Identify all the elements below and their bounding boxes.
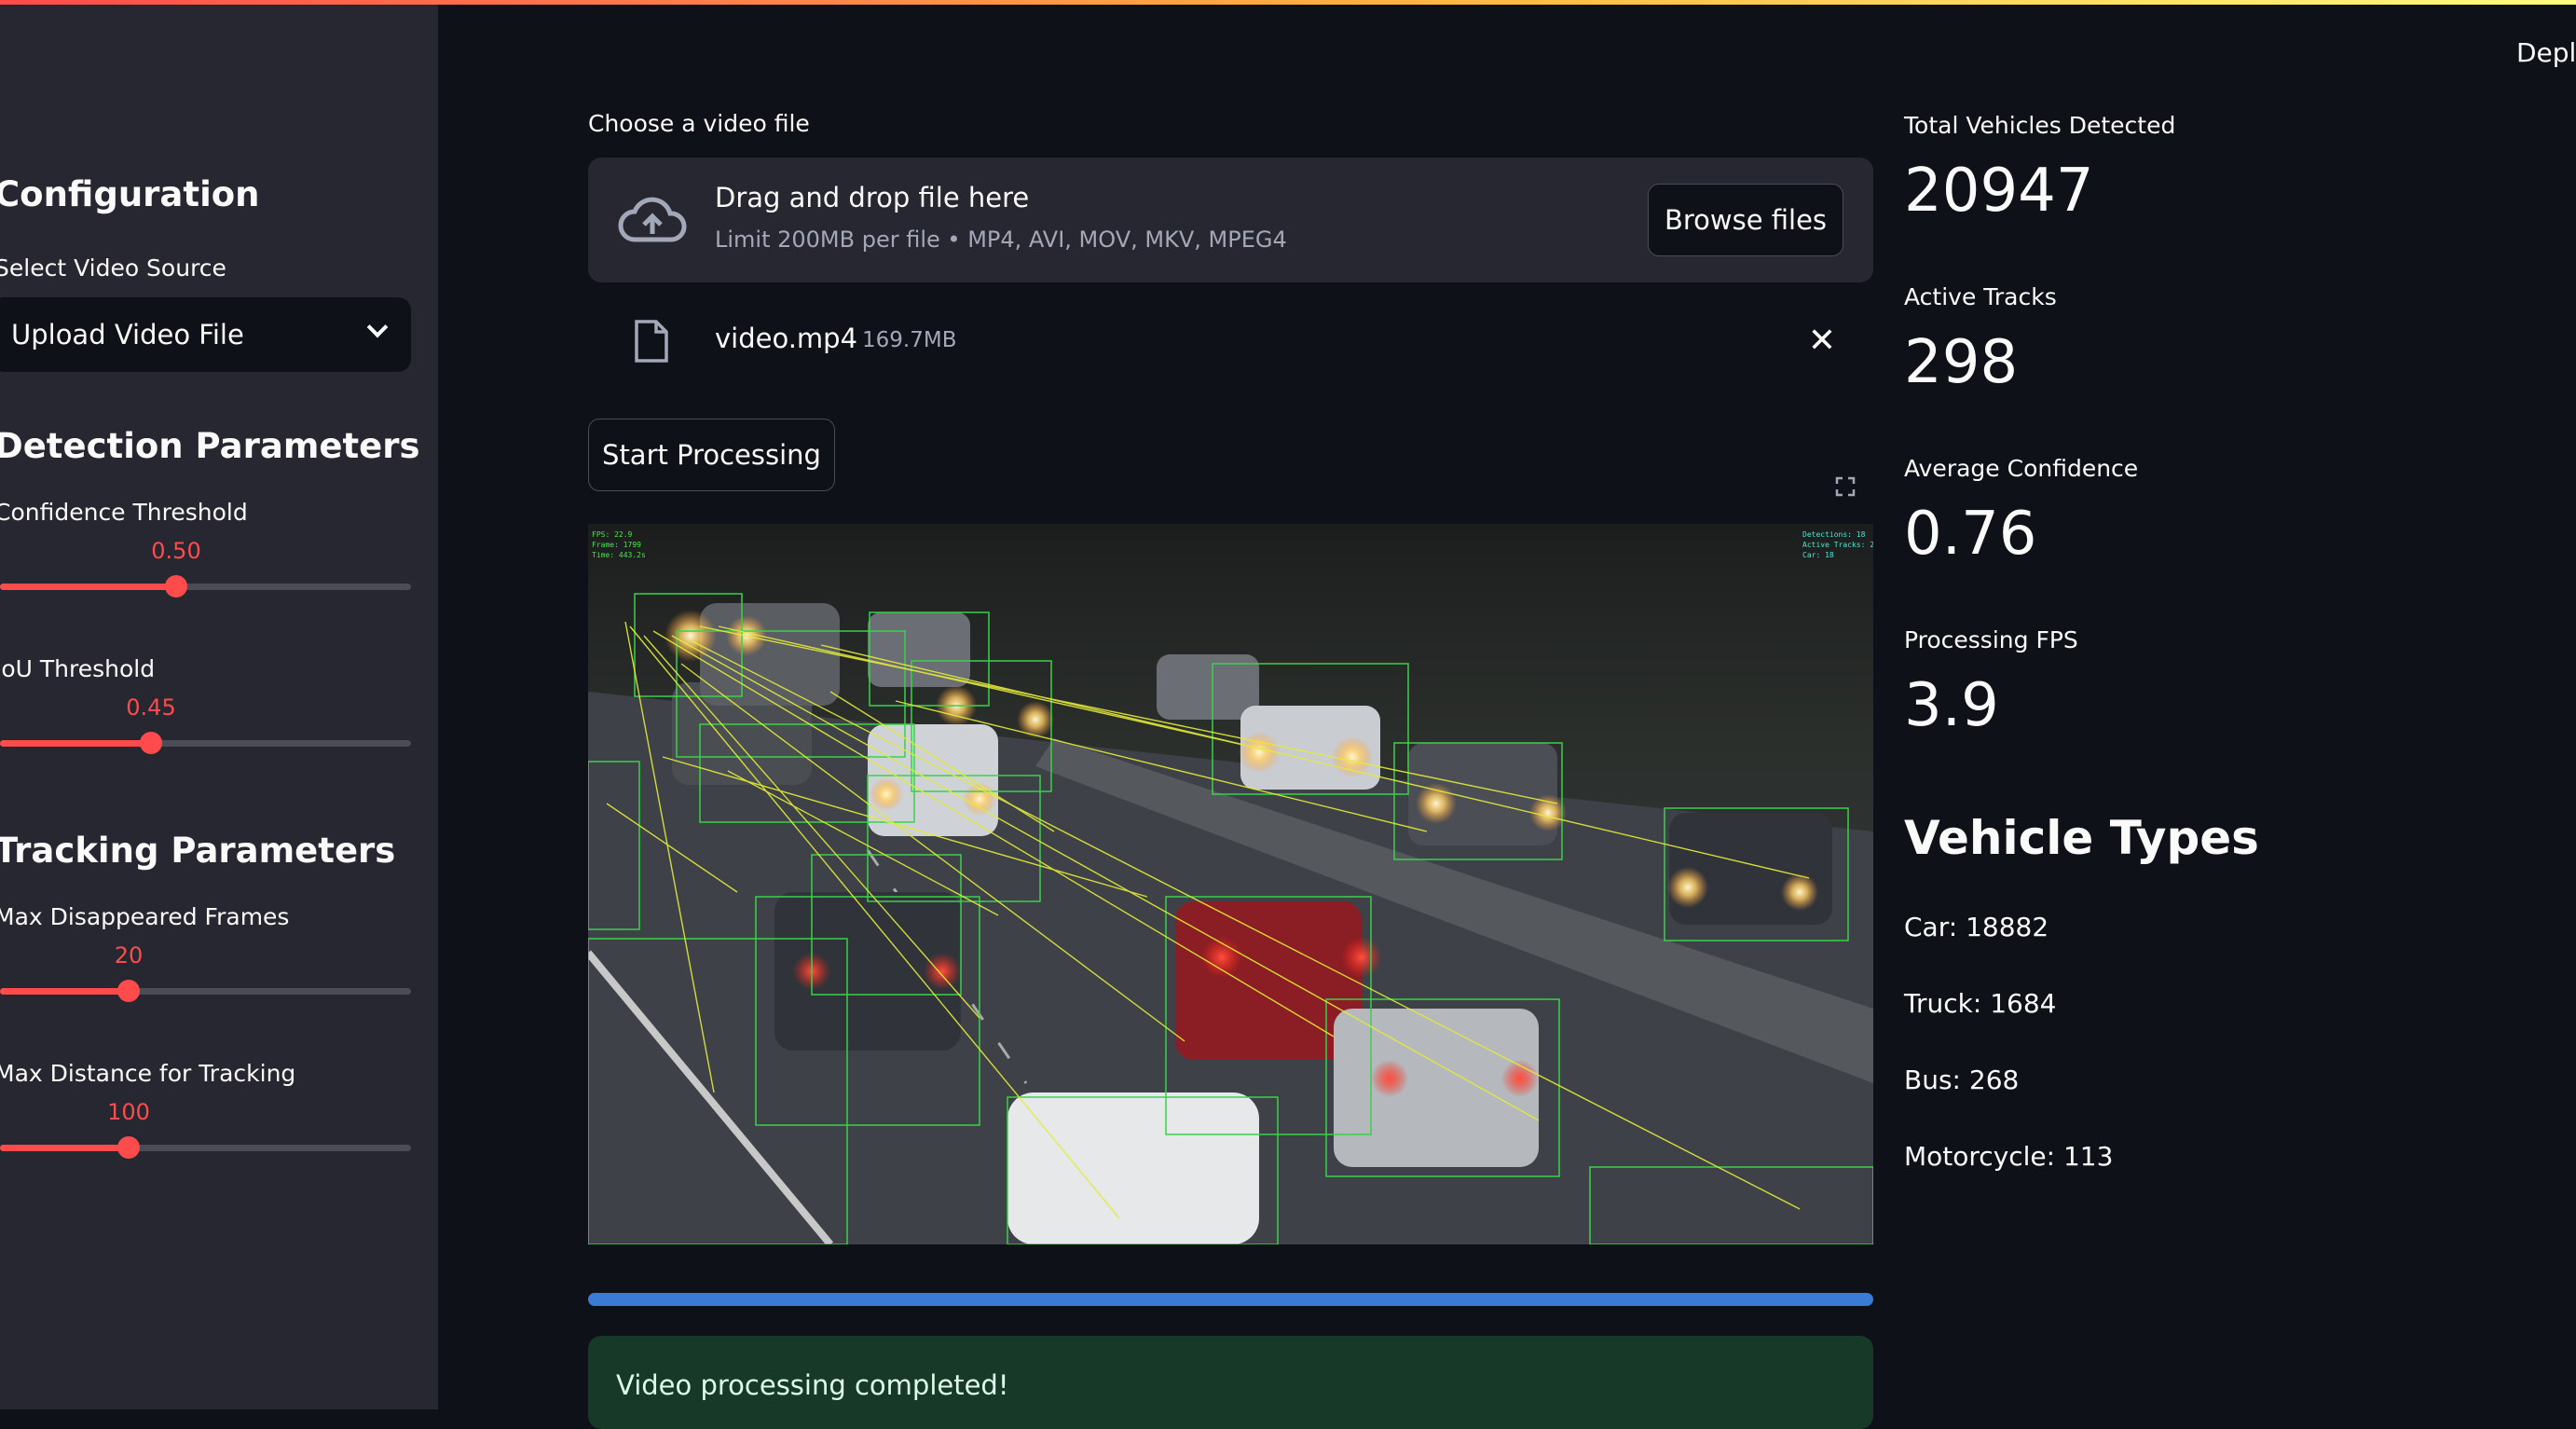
metric-total-vehicles-label: Total Vehicles Detected: [1904, 112, 2176, 139]
video-source-select[interactable]: Upload Video File: [0, 297, 411, 372]
vehicle-type-truck: Truck: 1684: [1904, 988, 2057, 1019]
iou-threshold-slider[interactable]: [0, 732, 411, 754]
start-processing-button[interactable]: Start Processing: [588, 419, 835, 491]
metric-processing-fps-value: 3.9: [1904, 671, 1999, 740]
iou-threshold-label: IoU Threshold: [0, 655, 156, 682]
video-stats-overlay-right: Detections: 18 Active Tracks: 298 Car: 1…: [1802, 529, 1873, 560]
file-name: video.mp4: [715, 323, 858, 354]
metric-average-confidence-label: Average Confidence: [1904, 455, 2139, 482]
video-source-label: Select Video Source: [0, 254, 226, 282]
video-source-value: Upload Video File: [11, 319, 244, 350]
tracking-parameters-heading: Tracking Parameters: [0, 831, 396, 871]
overlay-active-tracks: Active Tracks: 298: [1802, 541, 1873, 549]
fullscreen-icon[interactable]: [1834, 475, 1857, 498]
overlay-detections: Detections: 18: [1802, 530, 1866, 539]
sidebar: Configuration Select Video Source Upload…: [0, 5, 438, 1409]
browse-files-button[interactable]: Browse files: [1648, 184, 1843, 256]
slider-thumb[interactable]: [117, 1136, 140, 1159]
dropzone-title: Drag and drop file here: [715, 182, 1030, 213]
cloud-upload-icon: [618, 197, 687, 242]
metric-active-tracks-label: Active Tracks: [1904, 283, 2057, 310]
metric-average-confidence-value: 0.76: [1904, 500, 2037, 569]
remove-file-button[interactable]: ✕: [1808, 324, 1836, 358]
metric-processing-fps-label: Processing FPS: [1904, 626, 2078, 653]
overlay-fps: FPS: 22.9: [592, 530, 633, 539]
uploader-label: Choose a video file: [588, 110, 810, 137]
vehicle-type-car: Car: 18882: [1904, 912, 2049, 942]
slider-thumb[interactable]: [117, 980, 140, 1002]
iou-threshold-value: 0.45: [126, 694, 176, 721]
max-disappeared-value: 20: [114, 942, 144, 969]
confidence-threshold-label: Confidence Threshold: [0, 499, 248, 526]
max-disappeared-slider[interactable]: [0, 980, 411, 1002]
max-distance-slider[interactable]: [0, 1136, 411, 1159]
max-disappeared-label: Max Disappeared Frames: [0, 903, 290, 930]
dropzone-hint: Limit 200MB per file • MP4, AVI, MOV, MK…: [715, 227, 1287, 253]
slider-thumb[interactable]: [140, 732, 162, 754]
overlay-time: Time: 443.2s: [592, 551, 646, 559]
processed-video-frame: FPS: 22.9 Frame: 1799 Time: 443.2s Detec…: [588, 524, 1873, 1244]
video-frame-image: [588, 524, 1873, 1244]
success-alert: Video processing completed!: [588, 1336, 1873, 1429]
max-distance-label: Max Distance for Tracking: [0, 1060, 296, 1087]
vehicle-types-heading: Vehicle Types: [1904, 811, 2259, 865]
deploy-button[interactable]: Deploy: [2516, 37, 2576, 68]
confidence-threshold-slider[interactable]: [0, 575, 411, 598]
vehicle-type-bus: Bus: 268: [1904, 1065, 2020, 1095]
max-distance-value: 100: [107, 1099, 150, 1125]
sidebar-title: Configuration: [0, 174, 260, 214]
confidence-threshold-value: 0.50: [151, 538, 201, 564]
processing-progress-bar: [588, 1293, 1873, 1306]
chevron-down-icon: [366, 316, 389, 338]
detection-parameters-heading: Detection Parameters: [0, 426, 420, 466]
overlay-car-count: Car: 18: [1802, 551, 1834, 559]
metric-total-vehicles-value: 20947: [1904, 157, 2094, 226]
file-dropzone[interactable]: Drag and drop file here Limit 200MB per …: [588, 158, 1873, 282]
success-message: Video processing completed!: [616, 1369, 1009, 1401]
file-size: 169.7MB: [862, 328, 957, 352]
slider-thumb[interactable]: [165, 575, 187, 598]
file-icon: [635, 320, 668, 363]
video-stats-overlay-left: FPS: 22.9 Frame: 1799 Time: 443.2s: [592, 529, 646, 560]
uploaded-file-row: video.mp4 169.7MB ✕: [588, 308, 1873, 373]
metric-active-tracks-value: 298: [1904, 328, 2019, 397]
overlay-frame: Frame: 1799: [592, 541, 641, 549]
vehicle-type-motorcycle: Motorcycle: 113: [1904, 1141, 2114, 1172]
